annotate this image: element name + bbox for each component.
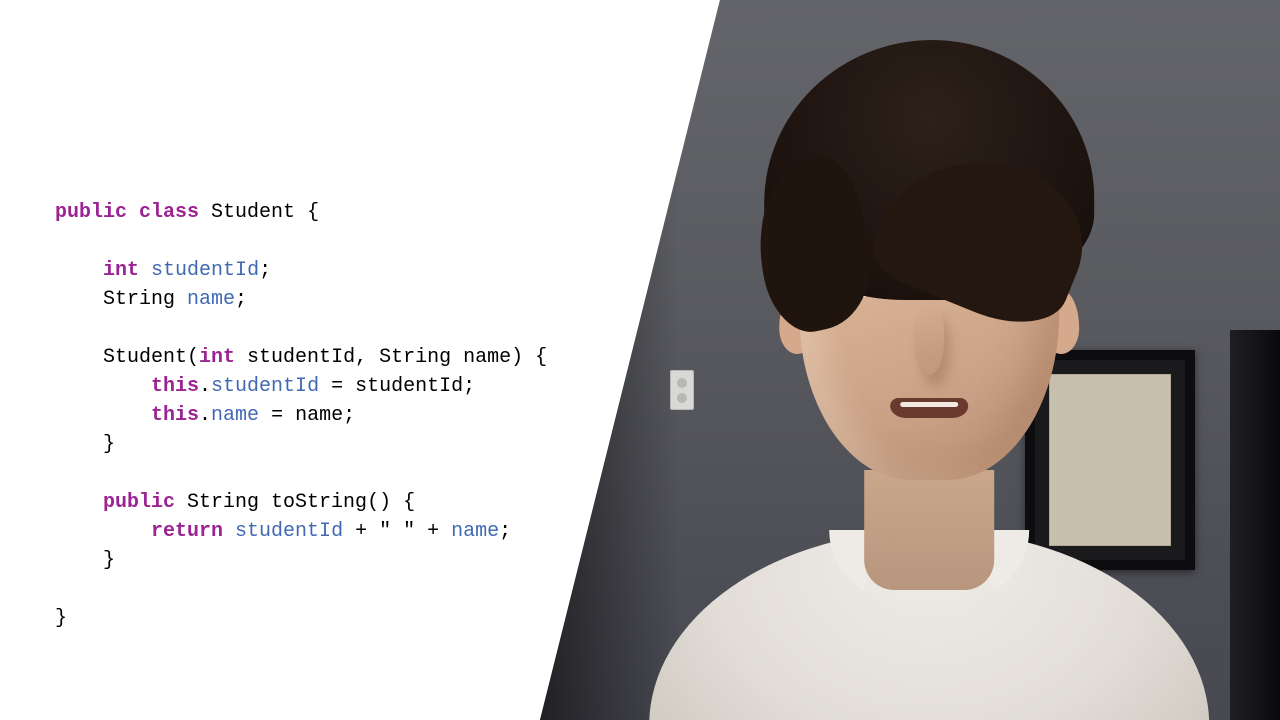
code-token: name [451, 520, 499, 543]
code-token: Student { [199, 201, 319, 224]
code-token: this [151, 404, 199, 427]
code-token: . [199, 375, 211, 398]
code-token: studentId [235, 520, 343, 543]
door-edge [1230, 330, 1280, 720]
code-token: class [139, 201, 199, 224]
code-token: public [55, 201, 127, 224]
presenter-hair [764, 40, 1094, 300]
code-token: int [103, 259, 139, 282]
code-token: . [199, 404, 211, 427]
code-token [139, 259, 151, 282]
code-token: name [211, 404, 259, 427]
nose [914, 305, 944, 375]
code-token: this [151, 375, 199, 398]
code-token [223, 520, 235, 543]
code-token: return [151, 520, 223, 543]
code-token [127, 201, 139, 224]
presenter-neck [864, 470, 994, 590]
presenter-figure [689, 30, 1169, 720]
code-token: + " " + [343, 520, 451, 543]
code-token: studentId [151, 259, 259, 282]
mouth [890, 398, 968, 418]
code-token: public [103, 491, 175, 514]
code-token [55, 259, 103, 282]
code-token: studentId [211, 375, 319, 398]
code-token: int [199, 346, 235, 369]
code-token: name [187, 288, 235, 311]
